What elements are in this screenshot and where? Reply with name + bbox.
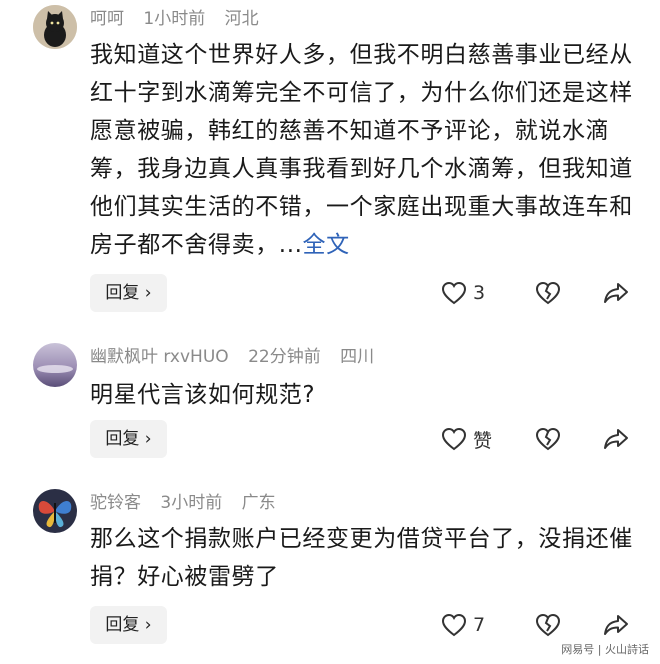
comment-meta: 驼铃客 3小时前 广东	[90, 492, 290, 514]
reply-button[interactable]: 回复 ›	[90, 420, 167, 458]
location: 河北	[224, 9, 259, 29]
like-button[interactable]: 7	[441, 610, 485, 640]
avatar[interactable]	[33, 343, 77, 387]
broken-heart-icon	[535, 613, 561, 637]
share-button[interactable]	[603, 424, 629, 454]
share-button[interactable]	[603, 610, 629, 640]
like-button[interactable]: 赞	[441, 424, 492, 454]
timestamp: 22分钟前	[248, 347, 321, 367]
timestamp: 3小时前	[160, 493, 223, 513]
location: 四川	[340, 347, 375, 367]
like-count: 赞	[473, 429, 493, 452]
like-count: 3	[473, 282, 486, 304]
comment-meta: 呵呵 1小时前 河北	[90, 8, 273, 30]
comment-text: 我知道这个世界好人多，但我不明白慈善事业已经从红十字到水滴筹完全不可信了，为什么…	[90, 42, 633, 258]
location: 广东	[241, 493, 276, 513]
like-button[interactable]: 3	[441, 278, 485, 308]
reply-button[interactable]: 回复 ›	[90, 274, 167, 312]
share-button[interactable]	[603, 278, 629, 308]
avatar[interactable]	[33, 5, 77, 49]
username[interactable]: 呵呵	[90, 9, 124, 29]
broken-heart-icon	[535, 427, 561, 451]
share-icon	[604, 429, 628, 449]
comment-text: 那么这个捐款账户已经变更为借贷平台了，没捐还催捐？好心被雷劈了	[90, 526, 633, 590]
landscape-avatar-icon	[33, 343, 77, 387]
username[interactable]: 驼铃客	[90, 493, 141, 513]
butterfly-avatar-icon	[33, 489, 77, 533]
watermark: 网易号 | 火山詩话	[558, 640, 652, 658]
broken-heart-icon	[535, 281, 561, 305]
cat-avatar-icon	[33, 5, 77, 49]
share-icon	[604, 283, 628, 303]
full-text-link[interactable]: 全文	[303, 232, 350, 258]
dislike-button[interactable]	[535, 424, 561, 454]
reply-button[interactable]: 回复 ›	[90, 606, 167, 644]
heart-icon	[441, 281, 467, 305]
heart-icon	[441, 613, 467, 637]
share-icon	[604, 615, 628, 635]
comment-text: 明星代言该如何规范?	[90, 382, 316, 408]
like-count: 7	[473, 614, 486, 636]
comment-meta: 幽默枫叶 rxvHUO 22分钟前 四川	[90, 346, 388, 368]
dislike-button[interactable]	[535, 610, 561, 640]
heart-icon	[441, 427, 467, 451]
username[interactable]: 幽默枫叶 rxvHUO	[90, 347, 229, 367]
timestamp: 1小时前	[143, 9, 206, 29]
avatar[interactable]	[33, 489, 77, 533]
dislike-button[interactable]	[535, 278, 561, 308]
